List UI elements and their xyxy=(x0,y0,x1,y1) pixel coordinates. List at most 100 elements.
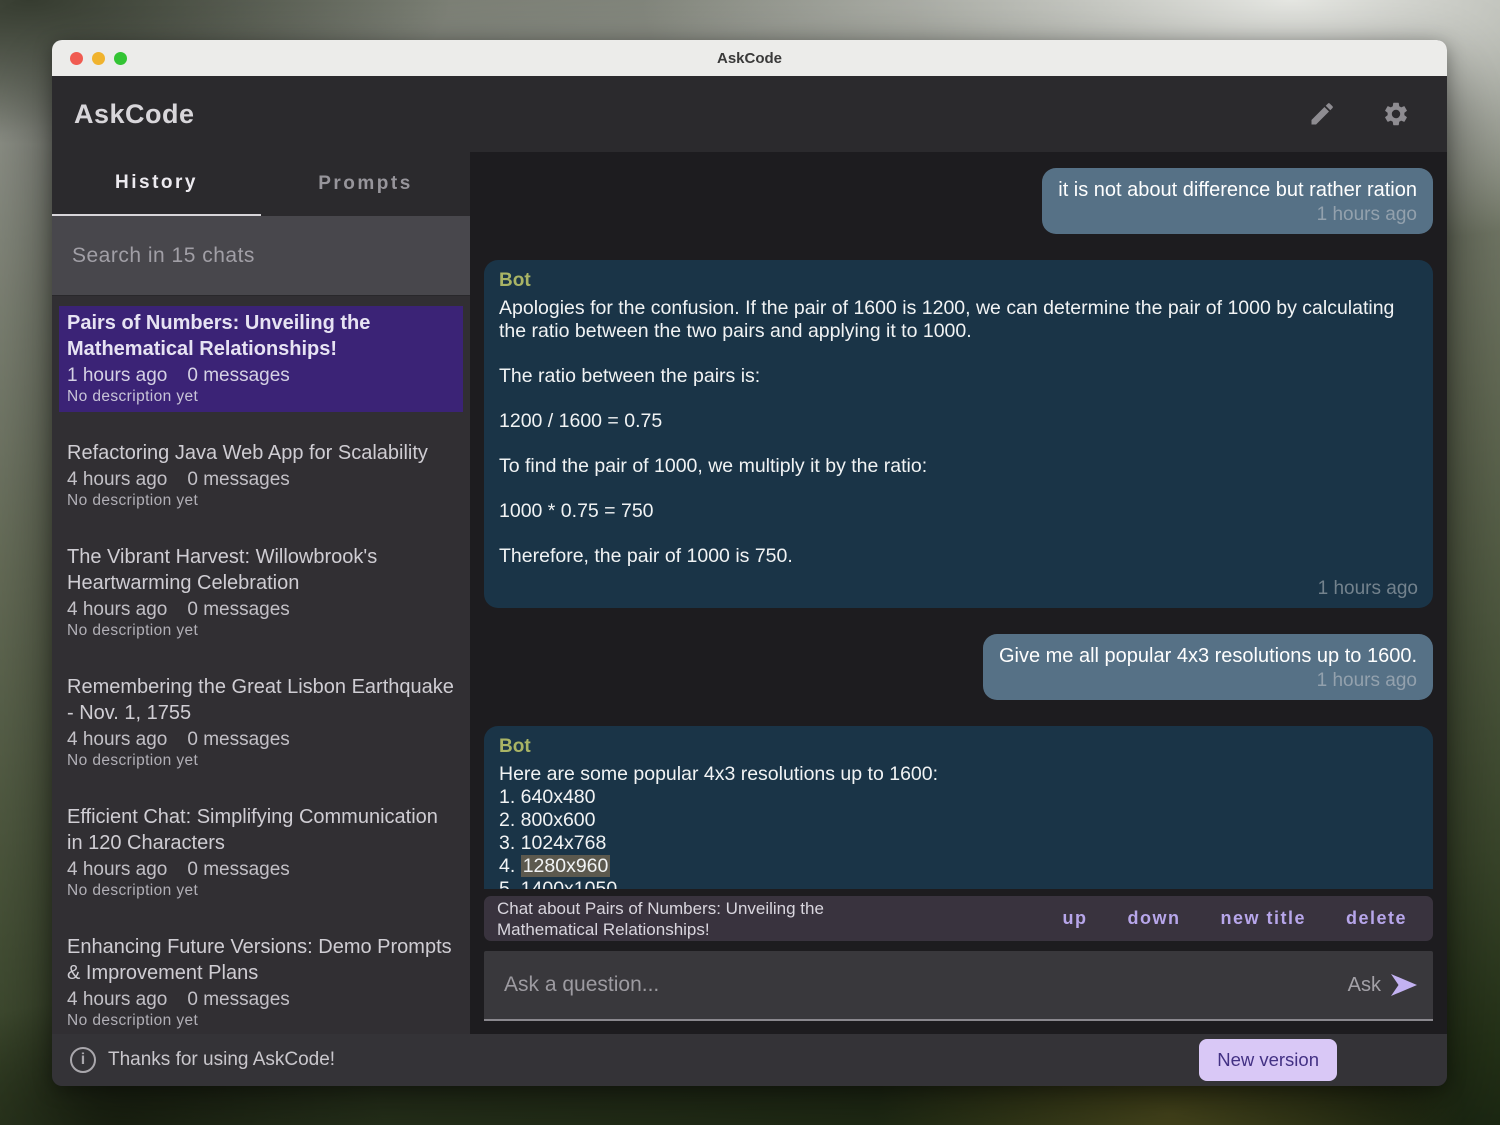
toolbar-actions: up down new title delete xyxy=(1062,908,1407,929)
chat-description: No description yet xyxy=(67,492,455,510)
info-icon: i xyxy=(70,1047,96,1073)
close-window-button[interactable] xyxy=(70,52,83,65)
chat-description: No description yet xyxy=(67,882,455,900)
chat-time: 4 hours ago xyxy=(67,989,167,1011)
chat-meta: 1 hours ago 0 messages xyxy=(67,365,455,387)
edit-pencil-icon[interactable] xyxy=(1307,99,1337,129)
chat-message-count: 0 messages xyxy=(187,365,289,387)
message-paragraph: The ratio between the pairs is: xyxy=(499,365,1418,388)
down-button[interactable]: down xyxy=(1127,908,1180,929)
chat-list-item[interactable]: Pairs of Numbers: Unveiling the Mathemat… xyxy=(59,306,463,412)
sidebar-tabs: History Prompts xyxy=(52,152,470,216)
send-arrow-icon xyxy=(1389,972,1419,998)
tab-history[interactable]: History xyxy=(52,152,261,216)
footer-message: Thanks for using AskCode! xyxy=(108,1049,335,1071)
content-area: History Prompts Pairs of Numbers: Unveil… xyxy=(52,152,1447,1034)
chat-title: Remembering the Great Lisbon Earthquake … xyxy=(67,674,455,726)
resolution-item: 3. 1024x768 xyxy=(499,832,1418,855)
traffic-lights xyxy=(70,40,127,76)
app-header: AskCode xyxy=(52,76,1447,152)
window-title: AskCode xyxy=(717,50,782,67)
chat-description: No description yet xyxy=(67,388,455,406)
message-paragraph: 1200 / 1600 = 0.75 xyxy=(499,410,1418,433)
ask-button-label: Ask xyxy=(1348,974,1381,997)
header-actions xyxy=(1307,99,1411,129)
message-paragraph: Apologies for the confusion. If the pair… xyxy=(499,297,1418,343)
ask-button[interactable]: Ask xyxy=(1348,972,1419,998)
bot-sender-label: Bot xyxy=(499,736,1418,758)
chat-time: 4 hours ago xyxy=(67,469,167,491)
up-button[interactable]: up xyxy=(1062,908,1087,929)
chat-meta: 4 hours ago 0 messages xyxy=(67,729,455,751)
new-title-button[interactable]: new title xyxy=(1220,908,1306,929)
app-footer: i Thanks for using AskCode! New version xyxy=(52,1034,1447,1086)
chat-toolbar-title: Chat about Pairs of Numbers: Unveiling t… xyxy=(497,898,917,940)
chat-time: 4 hours ago xyxy=(67,729,167,751)
resolution-item: 4. 1280x960 xyxy=(499,855,1418,878)
message-paragraph: Therefore, the pair of 1000 is 750. xyxy=(499,545,1418,568)
minimize-window-button[interactable] xyxy=(92,52,105,65)
message-paragraph: 1000 * 0.75 = 750 xyxy=(499,500,1418,523)
chat-meta: 4 hours ago 0 messages xyxy=(67,469,455,491)
resolution-item: 1. 640x480 xyxy=(499,786,1418,809)
search-input[interactable] xyxy=(52,216,470,295)
chat-title: Refactoring Java Web App for Scalability xyxy=(67,440,455,466)
chat-list-item[interactable]: Efficient Chat: Simplifying Communicatio… xyxy=(59,800,463,906)
ask-input-row: Ask xyxy=(484,951,1433,1021)
chat-title: Enhancing Future Versions: Demo Prompts … xyxy=(67,934,455,986)
message-text: it is not about difference but rather ra… xyxy=(1058,179,1417,201)
chat-message-count: 0 messages xyxy=(187,599,289,621)
chat-title: The Vibrant Harvest: Willowbrook's Heart… xyxy=(67,544,455,596)
chat-description: No description yet xyxy=(67,1012,455,1030)
chat-meta: 4 hours ago 0 messages xyxy=(67,989,455,1011)
resolution-item: 5. 1400x1050 xyxy=(499,878,1418,889)
settings-gear-icon[interactable] xyxy=(1381,99,1411,129)
message-timestamp: 1 hours ago xyxy=(999,670,1417,692)
chat-description: No description yet xyxy=(67,622,455,640)
chat-message-count: 0 messages xyxy=(187,989,289,1011)
chat-meta: 4 hours ago 0 messages xyxy=(67,599,455,621)
bot-message: Bot Here are some popular 4x3 resolution… xyxy=(484,726,1433,889)
chat-message-count: 0 messages xyxy=(187,469,289,491)
zoom-window-button[interactable] xyxy=(114,52,127,65)
user-message: Give me all popular 4x3 resolutions up t… xyxy=(983,634,1433,700)
chat-time: 1 hours ago xyxy=(67,365,167,387)
highlighted-text: 1280x960 xyxy=(521,855,611,877)
message-text: Give me all popular 4x3 resolutions up t… xyxy=(999,645,1417,667)
chat-time: 4 hours ago xyxy=(67,599,167,621)
chat-list-item[interactable]: Enhancing Future Versions: Demo Prompts … xyxy=(59,930,463,1034)
sidebar: History Prompts Pairs of Numbers: Unveil… xyxy=(52,152,470,1034)
chat-title: Pairs of Numbers: Unveiling the Mathemat… xyxy=(67,310,455,362)
titlebar: AskCode xyxy=(52,40,1447,76)
chat-toolbar: Chat about Pairs of Numbers: Unveiling t… xyxy=(484,896,1433,941)
chat-description: No description yet xyxy=(67,752,455,770)
message-paragraph: To find the pair of 1000, we multiply it… xyxy=(499,455,1418,478)
app-title: AskCode xyxy=(74,99,195,130)
app-window: AskCode AskCode History Prompts xyxy=(52,40,1447,1086)
user-message: it is not about difference but rather ra… xyxy=(1042,168,1433,234)
message-list: it is not about difference but rather ra… xyxy=(470,152,1447,889)
message-timestamp: 1 hours ago xyxy=(1058,204,1417,226)
search-bar xyxy=(52,216,470,296)
question-input[interactable] xyxy=(504,973,1348,997)
chat-history-list: Pairs of Numbers: Unveiling the Mathemat… xyxy=(52,296,470,1034)
chat-meta: 4 hours ago 0 messages xyxy=(67,859,455,881)
resolution-item: 2. 800x600 xyxy=(499,809,1418,832)
tab-prompts[interactable]: Prompts xyxy=(261,152,470,216)
chat-message-count: 0 messages xyxy=(187,859,289,881)
chat-panel: it is not about difference but rather ra… xyxy=(470,152,1447,1034)
chat-list-item[interactable]: Refactoring Java Web App for Scalability… xyxy=(59,436,463,516)
delete-button[interactable]: delete xyxy=(1346,908,1407,929)
new-version-button[interactable]: New version xyxy=(1199,1039,1337,1081)
resolution-list: 1. 640x480 2. 800x600 3. 1024x768 4. 128… xyxy=(499,786,1418,889)
chat-message-count: 0 messages xyxy=(187,729,289,751)
message-timestamp: 1 hours ago xyxy=(499,578,1418,600)
chat-list-item[interactable]: The Vibrant Harvest: Willowbrook's Heart… xyxy=(59,540,463,646)
bot-sender-label: Bot xyxy=(499,270,1418,292)
chat-list-item[interactable]: Remembering the Great Lisbon Earthquake … xyxy=(59,670,463,776)
chat-time: 4 hours ago xyxy=(67,859,167,881)
resolution-item-prefix: 4. xyxy=(499,855,521,877)
chat-title: Efficient Chat: Simplifying Communicatio… xyxy=(67,804,455,856)
bot-message: Bot Apologies for the confusion. If the … xyxy=(484,260,1433,608)
message-paragraph: Here are some popular 4x3 resolutions up… xyxy=(499,763,1418,786)
